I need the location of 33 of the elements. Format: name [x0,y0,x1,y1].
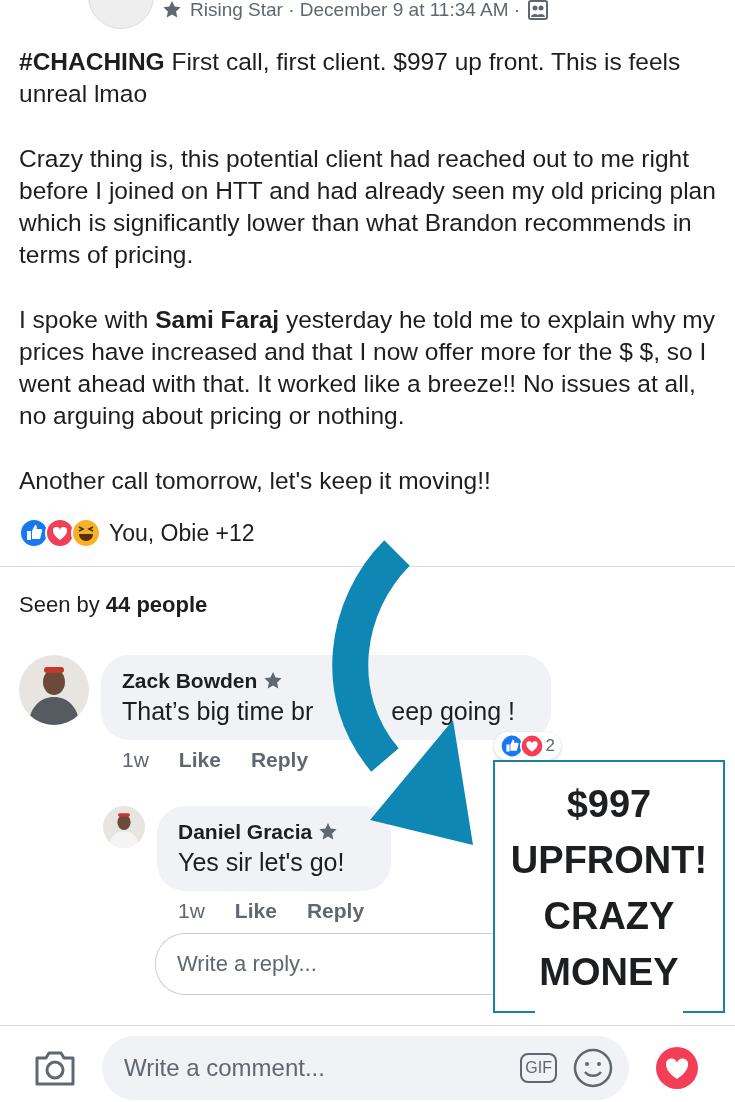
post-meta: Rising Star · December 9 at 11:34 AM · [190,0,521,21]
comment-author[interactable]: Zack Bowden [122,669,258,693]
comment-text: That’s big time br [122,697,314,726]
smiley-icon[interactable] [573,1048,613,1088]
annotation-text: $997 [566,781,652,827]
star-icon [162,0,182,20]
post-paragraph: Another call tomorrow, let's keep it moving!! [19,466,492,496]
annotation-text: CRAZY [543,893,675,939]
comment-action-link[interactable]: Like [234,899,277,923]
comment-action-link[interactable]: Like [178,748,221,772]
post-paragraph: #CHACHING First call, first client. $997 up front. This is feels unreal lmao [19,47,682,109]
post-paragraph: I spoke with Sami Faraj yesterday he told me to explain why my prices have increased and that I now offer more for the $ $, so I went ahead with that. It worked like a breeze!! No issues at all, no arguing about pricing or nothing. [19,305,716,431]
comment-text: eep going ! [391,697,515,726]
star-icon [318,822,339,842]
gif-button[interactable]: GIF [520,1053,557,1083]
star-icon [263,671,284,691]
comment-text: Yes sir let's go! [178,848,345,877]
comment-action-link[interactable]: Reply [250,748,309,772]
comment-time: 1w [122,748,149,772]
group-icon [528,0,549,20]
laughing-emoji-icon [71,518,101,548]
reply-field[interactable]: Write a reply... [155,933,492,995]
annotation-text: UPFRONT! [510,837,708,883]
comment-time: 1w [178,899,205,923]
post-paragraph: Crazy thing is, this potential client had reached out to me right before I joined on HTT and had already seen my old pricing plan which is significantly lower than what Brandon recommends in terms of pricing. [19,144,716,270]
comment-author[interactable]: Daniel Gracia [178,820,313,844]
seen-by-text: Seen by 44 people [18,591,209,619]
comment-action-link[interactable]: Reply [306,899,365,923]
reaction-summary[interactable]: You, Obie +12 [109,519,255,547]
reaction-badge[interactable]: 2 [493,732,561,760]
comment-field[interactable]: Write a comment... GIF [102,1036,629,1100]
annotation-text: MONEY [539,949,679,995]
camera-icon[interactable] [34,1050,76,1086]
